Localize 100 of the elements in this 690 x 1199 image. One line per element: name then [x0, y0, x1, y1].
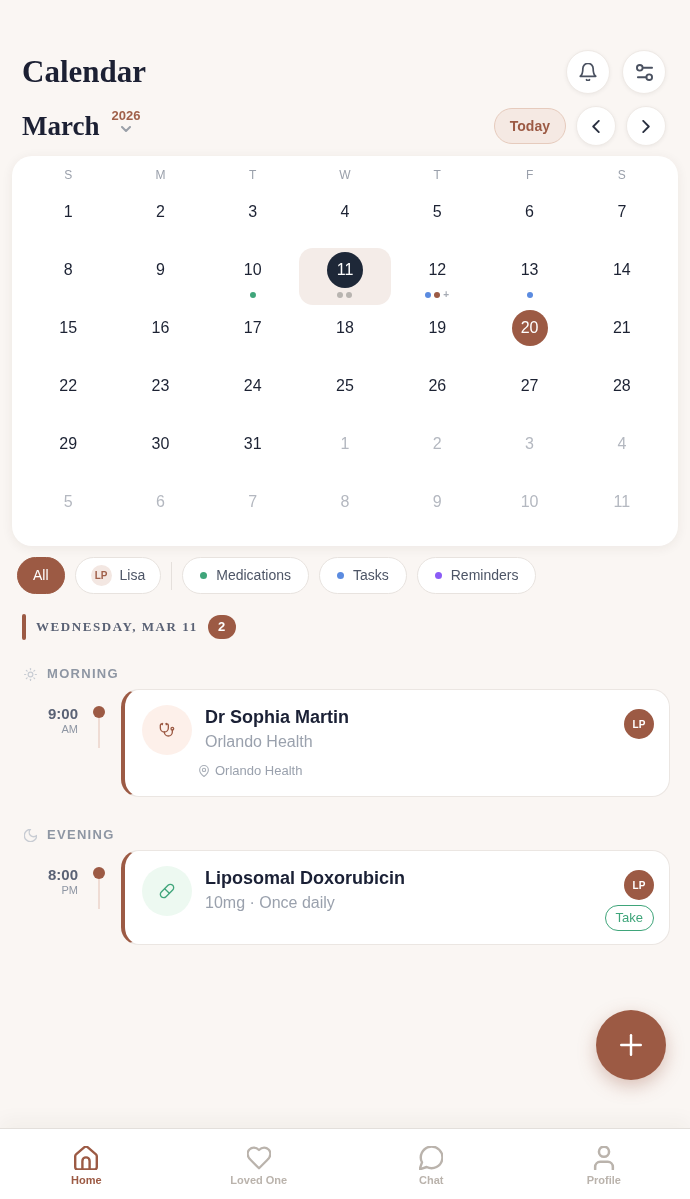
calendar-day[interactable]: 16 — [114, 306, 207, 363]
calendar-day[interactable]: 20 — [483, 306, 576, 363]
day-number: 30 — [150, 434, 171, 454]
day-number: 2 — [431, 434, 443, 454]
day-number: 26 — [427, 376, 448, 396]
calendar-day[interactable]: 24 — [206, 364, 299, 421]
sun-icon — [24, 667, 37, 681]
day-number: 2 — [154, 202, 166, 222]
person-icon — [591, 1146, 616, 1170]
day-number: 6 — [524, 202, 535, 222]
calendar-day[interactable]: 8 — [22, 248, 115, 305]
day-number: 8 — [62, 260, 74, 280]
assignee-avatar: LP — [624, 709, 654, 739]
day-number: 18 — [335, 318, 355, 338]
calendar-day[interactable]: 9 — [114, 248, 207, 305]
day-number: 31 — [242, 434, 263, 454]
filter-chip[interactable]: Medications — [182, 557, 309, 594]
add-button[interactable] — [596, 1010, 666, 1080]
calendar-day[interactable]: 2 — [114, 190, 207, 247]
calendar-day[interactable]: 23 — [114, 364, 207, 421]
calendar-day[interactable]: 11 — [298, 248, 392, 305]
chevron-right-icon — [642, 119, 650, 133]
day-number: 3 — [247, 202, 259, 222]
event-title: Dr Sophia Martin — [205, 706, 349, 729]
next-month-button[interactable] — [626, 106, 666, 146]
calendar-day[interactable]: 27 — [483, 364, 576, 421]
calendar-day[interactable]: 5 — [391, 190, 484, 247]
event-period: PM — [61, 884, 78, 897]
accent-bar — [22, 614, 26, 640]
day-number: 16 — [150, 318, 171, 338]
map-pin-icon — [199, 765, 209, 777]
weekday-label: M — [155, 167, 166, 184]
filter-chip[interactable]: Tasks — [318, 557, 407, 594]
filter-settings-button[interactable] — [622, 50, 666, 94]
calendar-day[interactable]: 25 — [298, 364, 392, 421]
notifications-button[interactable] — [566, 50, 610, 94]
event-period: AM — [61, 723, 78, 736]
pill-icon — [142, 866, 192, 916]
calendar-day[interactable]: 17 — [206, 306, 299, 363]
day-number: 15 — [58, 318, 79, 338]
chat-bubble-icon — [419, 1146, 444, 1170]
day-number: 7 — [616, 202, 628, 222]
day-number: 20 — [511, 310, 548, 346]
calendar-day[interactable]: 4 — [298, 190, 392, 247]
stethoscope-icon — [142, 705, 192, 755]
nav-tab[interactable]: Home — [0, 1129, 173, 1199]
weekday-label: F — [525, 167, 534, 184]
filter-chip[interactable]: LP Lisa — [74, 557, 162, 594]
event-location: Orlando Health — [215, 762, 303, 780]
calendar-day[interactable]: 26 — [391, 364, 484, 421]
calendar-day[interactable]: 21 — [575, 306, 668, 363]
day-number: 25 — [335, 376, 355, 396]
day-number: 24 — [242, 376, 263, 396]
calendar-day[interactable]: 7 — [575, 190, 668, 247]
day-number: 11 — [327, 252, 363, 288]
calendar-day[interactable]: 19 — [391, 306, 484, 363]
weekday-label: S — [617, 167, 626, 184]
sliders-icon — [635, 63, 653, 81]
today-button[interactable]: Today — [493, 108, 566, 144]
calendar-day[interactable]: 3 — [206, 190, 299, 247]
event-time: 8:00 — [47, 866, 78, 884]
weekday-label: T — [249, 167, 257, 184]
calendar-day[interactable]: 31 — [206, 422, 299, 479]
day-number: 8 — [339, 492, 351, 512]
assignee-avatar: LP — [624, 870, 654, 900]
calendar-day[interactable]: 14 — [575, 248, 668, 305]
calendar-day[interactable]: 10 — [206, 248, 299, 305]
day-number: 22 — [58, 376, 79, 396]
day-number: 12 — [427, 260, 448, 280]
calendar-day[interactable]: 22 — [22, 364, 115, 421]
chevron-left-icon — [592, 119, 600, 133]
year-selector[interactable]: 2026 — [111, 108, 141, 132]
filter-chip[interactable]: All — [17, 557, 65, 594]
event-subtitle: Orlando Health — [205, 732, 313, 752]
previous-month-button[interactable] — [576, 106, 616, 146]
calendar-day[interactable]: 12 + — [391, 248, 484, 305]
event-card[interactable]: Dr Sophia Martin Orlando Health Orlando Health LP — [121, 689, 670, 797]
calendar-day[interactable]: 28 — [575, 364, 668, 421]
calendar-day[interactable]: 6 — [483, 190, 576, 247]
day-number: 5 — [431, 202, 443, 222]
event-card[interactable]: Liposomal Doxorubicin 10mg · Once daily LP Take — [121, 850, 670, 945]
day-number: 1 — [62, 202, 74, 222]
plus-icon — [620, 1034, 642, 1056]
calendar-day[interactable]: 30 — [114, 422, 207, 479]
calendar-day[interactable]: 18 — [298, 306, 392, 363]
day-number: 7 — [247, 492, 259, 512]
weekday-label: W — [339, 167, 351, 184]
event-subtitle: 10mg · Once daily — [205, 893, 335, 913]
filter-chip[interactable]: Reminders — [416, 557, 537, 594]
calendar-day[interactable]: 15 — [22, 306, 115, 363]
day-number: 14 — [611, 260, 632, 280]
home-icon — [74, 1146, 99, 1170]
calendar-day[interactable]: 1 — [22, 190, 115, 247]
event-title: Liposomal Doxorubicin — [205, 867, 405, 890]
calendar-day[interactable]: 13 — [483, 248, 576, 305]
day-number: 11 — [612, 492, 632, 512]
calendar-day[interactable]: 29 — [22, 422, 115, 479]
day-number: 10 — [519, 492, 540, 512]
day-number: 3 — [524, 434, 535, 454]
month-title: March — [22, 110, 100, 142]
